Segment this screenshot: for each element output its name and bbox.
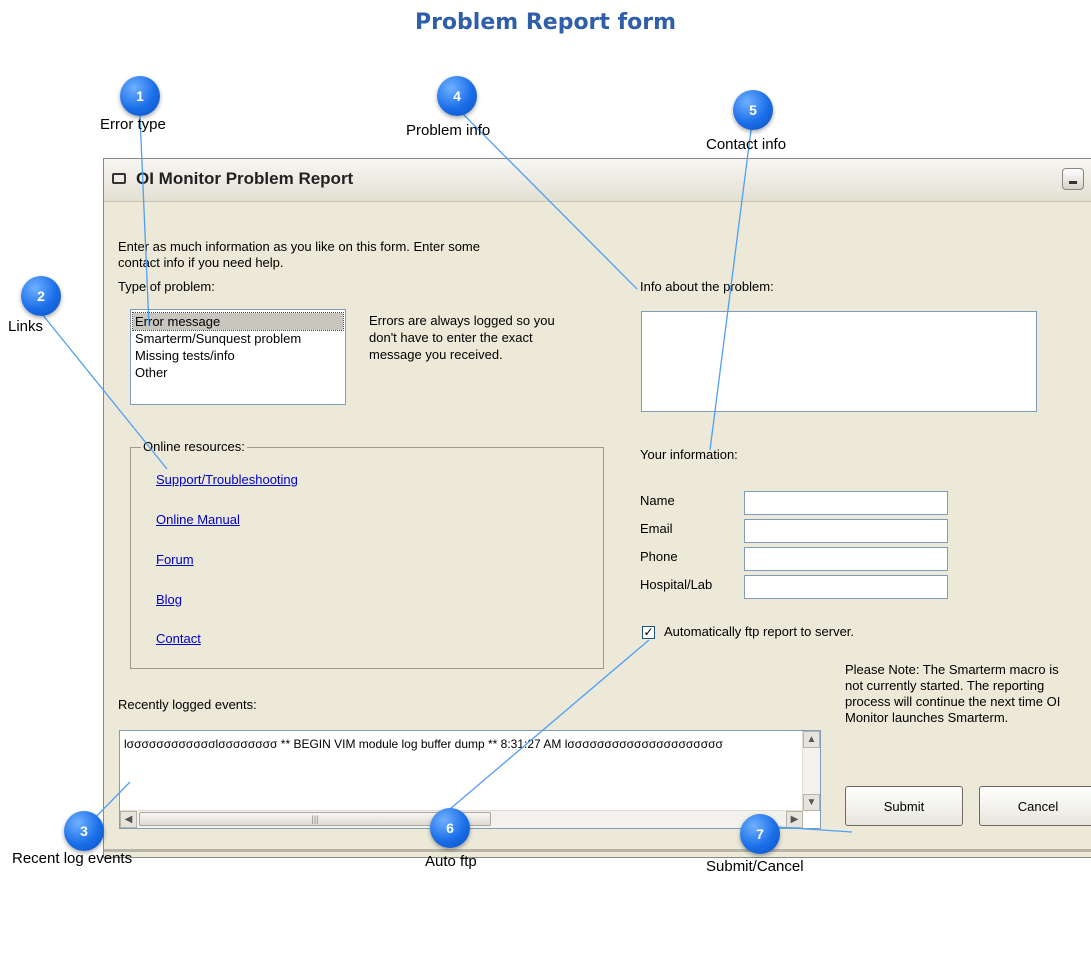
- online-resources-group: Online resources: Support/Troubleshootin…: [130, 439, 604, 669]
- problem-type-option[interactable]: Missing tests/info: [133, 347, 343, 364]
- callout-bubble-1: 1: [120, 76, 160, 116]
- intro-text-line2: contact info if you need help.: [118, 255, 284, 270]
- note-line4: Monitor launches Smarterm.: [845, 710, 1009, 725]
- scroll-right-icon[interactable]: ▶: [786, 811, 803, 828]
- email-label: Email: [640, 521, 673, 536]
- auto-ftp-label: Automatically ftp report to server.: [664, 624, 855, 639]
- online-resources-label: Online resources:: [141, 439, 247, 454]
- callout-label-1: Error type: [100, 116, 166, 133]
- note-line3: process will continue the next time OI: [845, 694, 1061, 709]
- log-events-box[interactable]: lσσσσσσσσσσσσlσσσσσσσσ ** BEGIN VIM modu…: [119, 730, 821, 829]
- name-input[interactable]: [744, 491, 948, 515]
- callout-bubble-5: 5: [733, 90, 773, 130]
- window-bottom-edge: [104, 849, 1091, 852]
- hospital-lab-label: Hospital/Lab: [640, 577, 713, 592]
- link-forum[interactable]: Forum: [156, 552, 194, 567]
- problem-info-textarea[interactable]: [641, 311, 1037, 412]
- submit-button[interactable]: Submit: [845, 786, 963, 826]
- link-contact[interactable]: Contact: [156, 631, 201, 646]
- callout-bubble-4: 4: [437, 76, 477, 116]
- problem-type-option[interactable]: Error message: [132, 312, 344, 331]
- problem-type-listbox[interactable]: Error message Smarterm/Sunquest problem …: [130, 309, 346, 405]
- problem-type-option[interactable]: Smarterm/Sunquest problem: [133, 330, 343, 347]
- app-window-icon: [112, 173, 126, 184]
- callout-bubble-2: 2: [21, 276, 61, 316]
- errors-note-line2: don't have to enter the exact: [369, 330, 533, 345]
- name-label: Name: [640, 493, 675, 508]
- type-of-problem-label: Type of problem:: [118, 279, 215, 294]
- your-information-label: Your information:: [640, 447, 738, 462]
- intro-text-line1: Enter as much information as you like on…: [118, 239, 480, 254]
- link-online-manual[interactable]: Online Manual: [156, 512, 240, 527]
- callout-label-2: Links: [8, 318, 44, 335]
- note-line2: not currently started. The reporting: [845, 678, 1045, 693]
- scroll-left-icon[interactable]: ◀: [120, 811, 137, 828]
- scroll-down-icon[interactable]: ▼: [803, 794, 820, 811]
- errors-note-line1: Errors are always logged so you: [369, 313, 555, 328]
- callout-label-4: Problem info: [406, 122, 491, 139]
- email-input[interactable]: [744, 519, 948, 543]
- recently-logged-events-label: Recently logged events:: [118, 697, 257, 712]
- window-titlebar: OI Monitor Problem Report: [104, 159, 1091, 202]
- vertical-scrollbar[interactable]: ▲ ▼: [802, 731, 820, 811]
- phone-label: Phone: [640, 549, 678, 564]
- note-line1: Please Note: The Smarterm macro is: [845, 662, 1059, 677]
- problem-report-window: OI Monitor Problem Report Enter as much …: [103, 158, 1091, 858]
- errors-note-line3: message you received.: [369, 347, 503, 362]
- callout-bubble-7: 7: [740, 814, 780, 854]
- callout-bubble-6: 6: [430, 808, 470, 848]
- callout-label-6: Auto ftp: [425, 853, 477, 870]
- scroll-up-icon[interactable]: ▲: [803, 731, 820, 748]
- problem-type-option[interactable]: Other: [133, 364, 343, 381]
- window-title: OI Monitor Problem Report: [136, 169, 354, 188]
- callout-bubble-3: 3: [64, 811, 104, 851]
- callout-label-7: Submit/Cancel: [706, 858, 804, 875]
- log-text: lσσσσσσσσσσσσlσσσσσσσσ ** BEGIN VIM modu…: [124, 737, 723, 751]
- callout-label-3: Recent log events: [12, 850, 133, 867]
- info-about-problem-label: Info about the problem:: [640, 279, 774, 294]
- callout-label-5: Contact info: [706, 136, 787, 153]
- page-title: Problem Report form: [414, 10, 677, 35]
- cancel-button[interactable]: Cancel: [979, 786, 1091, 826]
- hospital-lab-input[interactable]: [744, 575, 948, 599]
- link-support-troubleshooting[interactable]: Support/Troubleshooting: [156, 472, 298, 487]
- auto-ftp-checkbox[interactable]: ✓: [642, 626, 655, 639]
- phone-input[interactable]: [744, 547, 948, 571]
- minimize-button[interactable]: [1062, 168, 1084, 190]
- link-blog[interactable]: Blog: [156, 592, 182, 607]
